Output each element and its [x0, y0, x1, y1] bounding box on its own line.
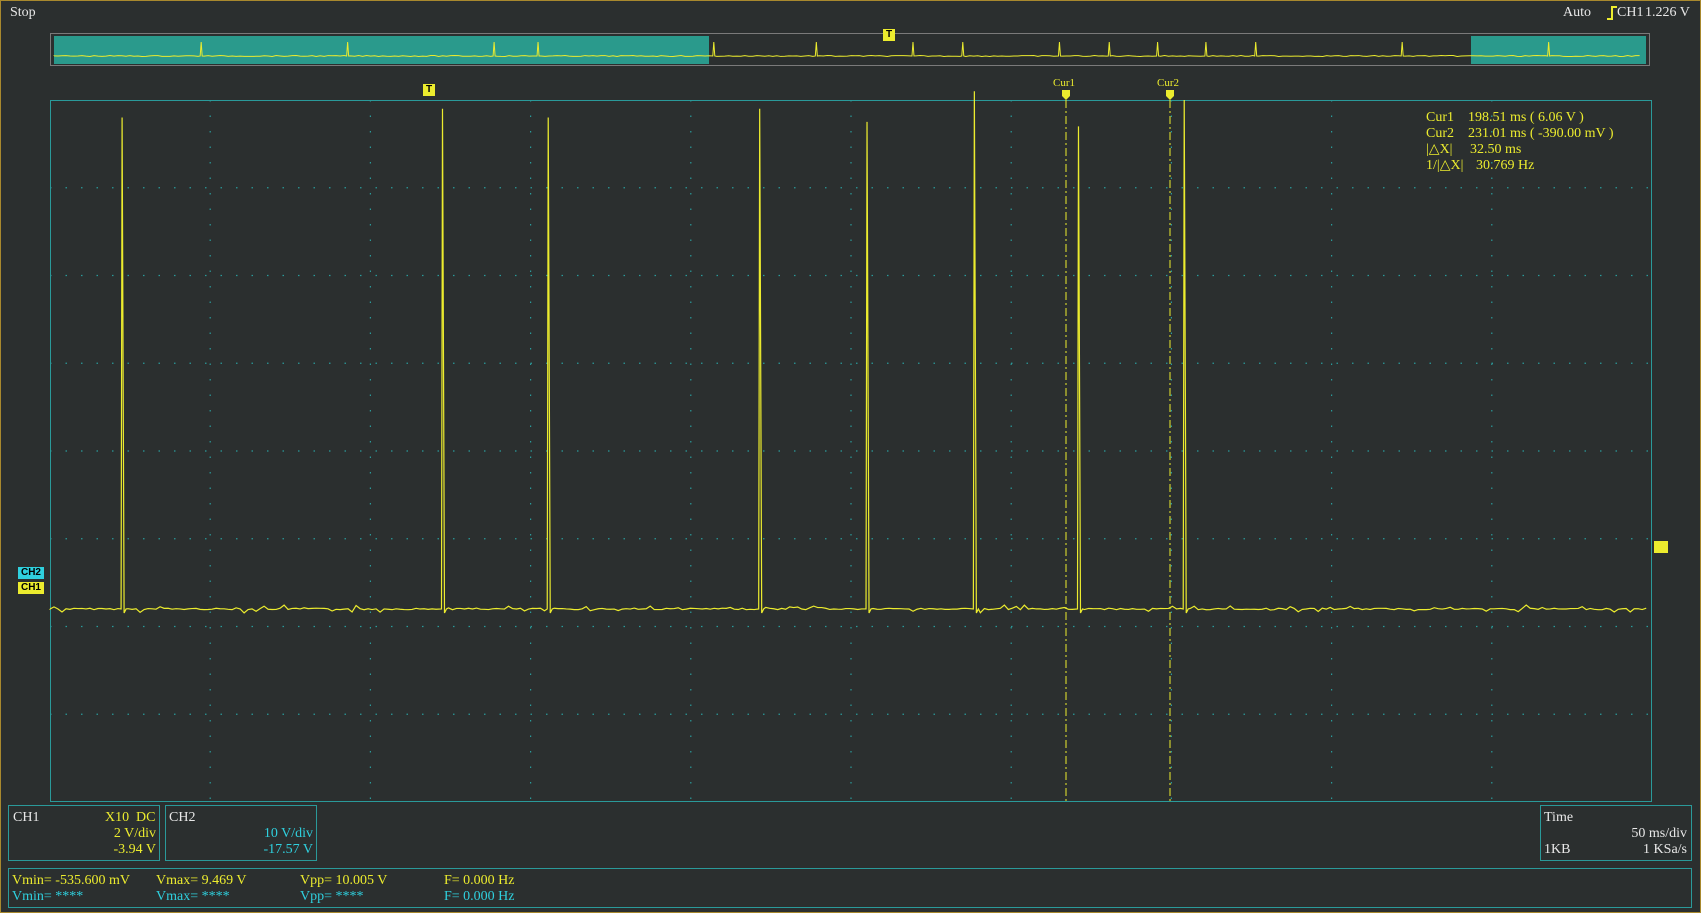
- time-scale: 50 ms/div: [1631, 826, 1687, 841]
- ch2-panel-name: CH2: [169, 810, 196, 825]
- ch1-panel-name: CH1: [13, 810, 40, 825]
- time-panel-title: Time: [1544, 810, 1574, 825]
- ch2-vmin: Vmin= ****: [12, 889, 84, 904]
- ch2-freq: F= 0.000 Hz: [444, 889, 515, 904]
- inverse-delta-value: 30.769 Hz: [1476, 158, 1535, 173]
- cur1-readout-label: Cur1: [1426, 110, 1454, 125]
- inverse-delta-label: 1/|△X|: [1426, 158, 1464, 173]
- sample-rate: 1 KSa/s: [1643, 842, 1687, 857]
- trigger-level: 1.226 V: [1645, 5, 1690, 20]
- ch1-vmin: Vmin= -535.600 mV: [12, 873, 130, 888]
- measurement-bar: [8, 868, 1692, 908]
- ch1-scale: 2 V/div: [113, 826, 156, 841]
- delta-x-value: 32.50 ms: [1470, 142, 1522, 157]
- ch2-marker[interactable]: CH2: [18, 567, 44, 579]
- ch2-offset: -17.57 V: [263, 842, 313, 857]
- trigger-level-marker[interactable]: [1654, 541, 1668, 553]
- ch1-marker[interactable]: CH1: [18, 582, 44, 594]
- waveform-area[interactable]: [50, 100, 1652, 802]
- ch1-freq: F= 0.000 Hz: [444, 873, 515, 888]
- overview-window-right: [1471, 36, 1646, 64]
- cur2-label[interactable]: Cur2: [1157, 75, 1179, 91]
- trigger-source: CH1: [1617, 5, 1644, 20]
- ch2-vmax: Vmax= ****: [156, 889, 230, 904]
- trigger-mode: Auto: [1563, 5, 1591, 20]
- trigger-position-marker[interactable]: T: [423, 84, 435, 96]
- ch1-coupling: DC: [136, 810, 156, 825]
- delta-x-label: |△X|: [1426, 142, 1453, 157]
- ch2-vpp: Vpp= ****: [300, 889, 364, 904]
- ch1-offset: -3.94 V: [113, 842, 156, 857]
- cur2-readout-value: 231.01 ms ( -390.00 mV ): [1468, 126, 1614, 141]
- overview-window-left: [54, 36, 709, 64]
- ch1-vmax: Vmax= 9.469 V: [156, 873, 247, 888]
- overview-trigger-marker[interactable]: T: [883, 29, 895, 41]
- run-state: Stop: [10, 5, 36, 20]
- cur1-label[interactable]: Cur1: [1053, 75, 1075, 91]
- cur1-readout-value: 198.51 ms ( 6.06 V ): [1468, 110, 1584, 125]
- cur2-readout-label: Cur2: [1426, 126, 1454, 141]
- ch1-probe: X10: [105, 810, 130, 825]
- ch1-vpp: Vpp= 10.005 V: [300, 873, 388, 888]
- memory-depth: 1KB: [1544, 842, 1571, 857]
- ch2-scale: 10 V/div: [263, 826, 313, 841]
